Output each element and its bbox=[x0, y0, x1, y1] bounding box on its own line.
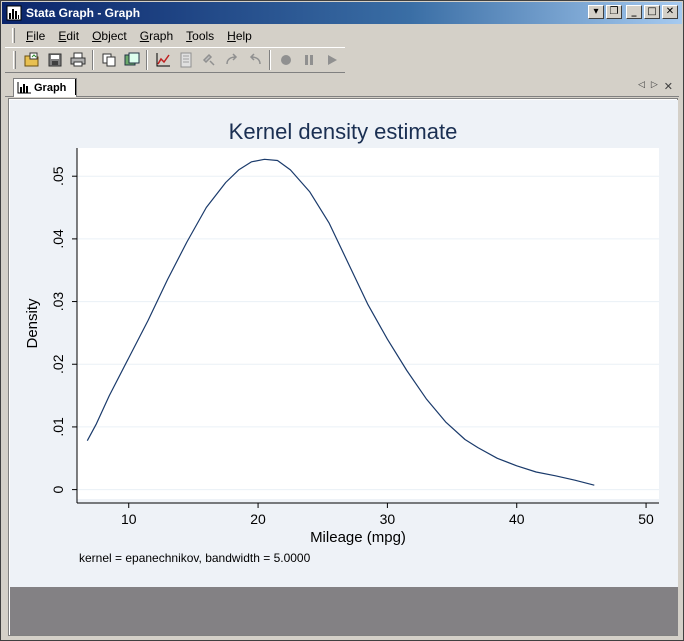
menu-help[interactable]: Help bbox=[222, 27, 260, 45]
title-bar[interactable]: Stata Graph - Graph ▾ ❐ _ □ ✕ bbox=[2, 2, 682, 24]
x-tick-label: 20 bbox=[250, 511, 266, 527]
tab-graph-label: Graph bbox=[34, 82, 67, 94]
menu-tools-label: ools bbox=[192, 28, 215, 43]
menu-graph[interactable]: Graph bbox=[135, 27, 181, 45]
menu-file-label: ile bbox=[33, 28, 46, 43]
open-graph-icon bbox=[24, 52, 38, 67]
menu-edit[interactable]: Edit bbox=[53, 27, 87, 45]
window-title: Stata Graph - Graph bbox=[26, 6, 141, 20]
tab-scroll-left-icon[interactable]: ◁ bbox=[638, 80, 645, 93]
chart-note: kernel = epanechnikov, bandwidth = 5.000… bbox=[79, 551, 311, 565]
window-controls: ▾ ❐ _ □ ✕ bbox=[588, 5, 678, 21]
pause-button[interactable] bbox=[297, 49, 320, 71]
record-icon bbox=[280, 55, 291, 65]
tab-strip: Graph ◁ ▷ ✕ bbox=[5, 77, 679, 97]
graph-editor-icon bbox=[156, 53, 170, 67]
graph-tab-icon bbox=[17, 82, 31, 94]
menu-help-mnemonic: H bbox=[227, 28, 236, 43]
doc-restore-button[interactable]: ❐ bbox=[606, 5, 622, 19]
graph-canvas[interactable]: Kernel density estimate 0.01.02.03.04.05… bbox=[8, 98, 678, 636]
menu-file[interactable]: File bbox=[21, 27, 53, 45]
toolbar-separator bbox=[269, 50, 271, 70]
x-tick-label: 50 bbox=[638, 511, 654, 527]
menu-help-label: elp bbox=[235, 28, 252, 43]
x-tick-label: 10 bbox=[121, 511, 137, 527]
pointer-tool-icon bbox=[202, 53, 215, 66]
y-tick-label: .01 bbox=[50, 417, 66, 437]
record-button[interactable] bbox=[274, 49, 297, 71]
y-axis-label: Density bbox=[24, 298, 41, 349]
y-tick-label: .04 bbox=[50, 229, 66, 249]
stata-graph-window: Stata Graph - Graph ▾ ❐ _ □ ✕ File Edit … bbox=[0, 0, 684, 641]
play-button[interactable] bbox=[320, 49, 343, 71]
menu-object[interactable]: Object bbox=[87, 27, 135, 45]
menu-object-mnemonic: O bbox=[92, 28, 102, 43]
y-tick-label: .02 bbox=[50, 354, 66, 374]
stata-graph-icon bbox=[6, 5, 22, 21]
menu-bar: File Edit Object Graph Tools Help bbox=[2, 25, 682, 46]
rename-button[interactable] bbox=[120, 49, 143, 71]
toolbar-grip[interactable] bbox=[13, 51, 16, 69]
rename-icon bbox=[124, 52, 139, 66]
copy-button[interactable] bbox=[97, 49, 120, 71]
tab-close-icon[interactable]: ✕ bbox=[664, 80, 673, 93]
recorder-icon bbox=[180, 52, 191, 68]
toolbar-separator bbox=[146, 50, 148, 70]
y-tick-label: .05 bbox=[50, 166, 66, 186]
y-tick-label: .03 bbox=[50, 292, 66, 312]
menu-graph-label: raph bbox=[149, 28, 174, 43]
open-graph-button[interactable] bbox=[20, 49, 43, 71]
x-tick-label: 30 bbox=[380, 511, 396, 527]
doc-menu-button[interactable]: ▾ bbox=[588, 5, 604, 19]
tab-scroll-right-icon[interactable]: ▷ bbox=[651, 80, 658, 93]
menu-object-label: bject bbox=[101, 28, 127, 43]
toolbar bbox=[5, 47, 345, 73]
graph-editor-button[interactable] bbox=[151, 49, 174, 71]
save-button[interactable] bbox=[43, 49, 66, 71]
x-axis-label: Mileage (mpg) bbox=[310, 529, 406, 546]
redo-button[interactable] bbox=[243, 49, 266, 71]
menu-tools[interactable]: Tools bbox=[181, 27, 222, 45]
tab-graph[interactable]: Graph bbox=[13, 78, 77, 97]
pointer-tool-button[interactable] bbox=[197, 49, 220, 71]
pause-icon bbox=[304, 55, 313, 65]
tab-navigation: ◁ ▷ ✕ bbox=[638, 80, 673, 93]
tab-cursor bbox=[75, 79, 76, 95]
plot-area bbox=[77, 148, 659, 499]
redo-icon bbox=[249, 53, 261, 65]
recorder-button[interactable] bbox=[174, 49, 197, 71]
minimize-button[interactable]: _ bbox=[626, 5, 642, 19]
print-icon bbox=[70, 52, 85, 67]
menu-graph-mnemonic: G bbox=[139, 28, 150, 43]
graph-empty-area bbox=[10, 587, 678, 635]
print-button[interactable] bbox=[66, 49, 89, 71]
toolbar-separator bbox=[92, 50, 94, 70]
density-plot: 0 .01 .02 .03 .04 .05 10 20 30 40 50 Mileage (mpg) D… bbox=[24, 148, 659, 546]
menu-edit-label: dit bbox=[66, 28, 80, 43]
copy-icon bbox=[102, 53, 115, 67]
maximize-button[interactable]: □ bbox=[644, 5, 660, 19]
y-tick-label: 0 bbox=[50, 485, 66, 493]
menu-grip bbox=[12, 28, 15, 43]
undo-button[interactable] bbox=[220, 49, 243, 71]
save-icon bbox=[48, 53, 61, 67]
x-tick-label: 40 bbox=[509, 511, 525, 527]
undo-icon bbox=[225, 53, 237, 65]
play-icon bbox=[327, 55, 337, 65]
close-button[interactable]: ✕ bbox=[662, 5, 678, 19]
